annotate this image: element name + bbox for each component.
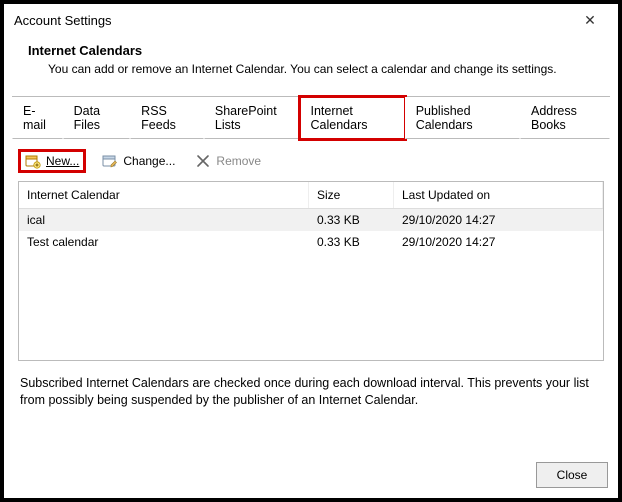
tab-strip: E-mailData FilesRSS FeedsSharePoint List… bbox=[4, 96, 618, 138]
tab-internet-calendars[interactable]: Internet Calendars bbox=[300, 97, 405, 139]
page-title: Internet Calendars bbox=[28, 43, 594, 58]
tab-published-calendars[interactable]: Published Calendars bbox=[405, 97, 520, 139]
header: Internet Calendars You can add or remove… bbox=[4, 35, 618, 80]
grid-body: ical0.33 KB29/10/2020 14:27Test calendar… bbox=[19, 209, 603, 253]
window-close-button[interactable]: ✕ bbox=[572, 10, 608, 31]
remove-button-label: Remove bbox=[216, 154, 261, 168]
cell-size: 0.33 KB bbox=[309, 209, 394, 231]
close-button[interactable]: Close bbox=[536, 462, 608, 488]
page-description: You can add or remove an Internet Calend… bbox=[28, 58, 594, 76]
cell-name: ical bbox=[19, 209, 309, 231]
window-title: Account Settings bbox=[14, 13, 112, 28]
window-frame: Account Settings ✕ Internet Calendars Yo… bbox=[0, 0, 622, 502]
calendars-grid: Internet Calendar Size Last Updated on i… bbox=[18, 181, 604, 361]
window: Account Settings ✕ Internet Calendars Yo… bbox=[4, 4, 618, 498]
col-header-name[interactable]: Internet Calendar bbox=[19, 182, 309, 208]
cell-updated: 29/10/2020 14:27 bbox=[394, 209, 603, 231]
titlebar: Account Settings ✕ bbox=[4, 4, 618, 35]
new-calendar-icon bbox=[25, 153, 41, 169]
remove-icon bbox=[195, 153, 211, 169]
footer-note: Subscribed Internet Calendars are checke… bbox=[4, 361, 618, 423]
tab-address-books[interactable]: Address Books bbox=[520, 97, 610, 139]
toolbar: New... Change... Remove bbox=[4, 139, 618, 181]
table-row[interactable]: Test calendar0.33 KB29/10/2020 14:27 bbox=[19, 231, 603, 253]
tab-data-files[interactable]: Data Files bbox=[63, 97, 131, 139]
change-icon bbox=[102, 153, 118, 169]
change-button[interactable]: Change... bbox=[98, 152, 179, 170]
new-button-label: New... bbox=[46, 154, 79, 168]
cell-updated: 29/10/2020 14:27 bbox=[394, 231, 603, 253]
new-button[interactable]: New... bbox=[18, 149, 86, 173]
change-button-label: Change... bbox=[123, 154, 175, 168]
col-header-size[interactable]: Size bbox=[309, 182, 394, 208]
cell-name: Test calendar bbox=[19, 231, 309, 253]
tab-rss-feeds[interactable]: RSS Feeds bbox=[130, 97, 204, 139]
grid-header: Internet Calendar Size Last Updated on bbox=[19, 182, 603, 209]
remove-button[interactable]: Remove bbox=[191, 152, 265, 170]
tab-e-mail[interactable]: E-mail bbox=[12, 97, 63, 139]
table-row[interactable]: ical0.33 KB29/10/2020 14:27 bbox=[19, 209, 603, 231]
tab-sharepoint-lists[interactable]: SharePoint Lists bbox=[204, 97, 300, 139]
col-header-updated[interactable]: Last Updated on bbox=[394, 182, 603, 208]
footer: Close bbox=[4, 454, 618, 498]
close-icon: ✕ bbox=[584, 12, 596, 28]
cell-size: 0.33 KB bbox=[309, 231, 394, 253]
